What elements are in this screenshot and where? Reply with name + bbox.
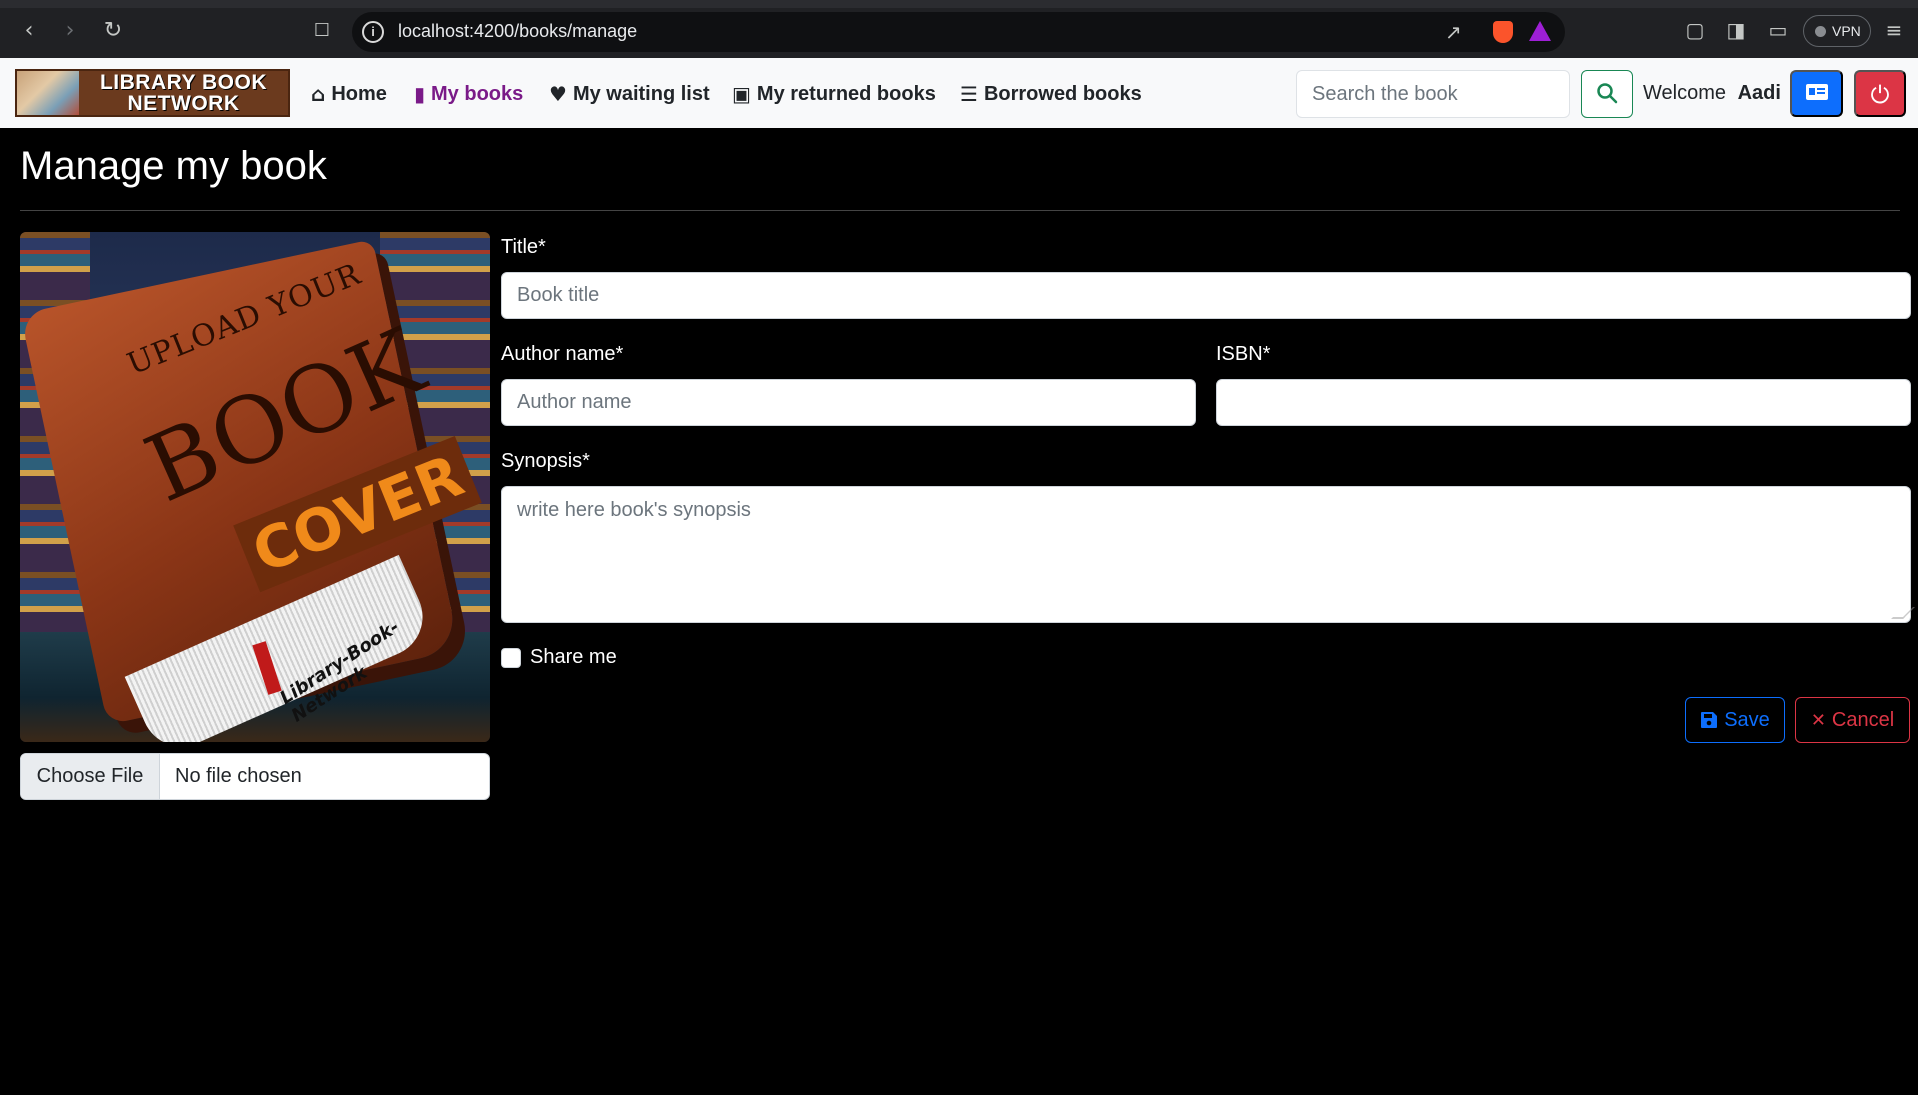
menu-icon[interactable]: ≡	[1882, 18, 1906, 42]
cover-file-input[interactable]: Choose File No file chosen	[20, 753, 490, 800]
share-icon[interactable]: ↗	[1445, 20, 1469, 44]
title-input[interactable]	[501, 272, 1911, 319]
isbn-label: ISBN*	[1216, 343, 1271, 365]
floppy-disk-icon	[1701, 712, 1718, 728]
nav-link-borrowed-books[interactable]: ☰ Borrowed books	[960, 82, 1142, 106]
author-input[interactable]	[501, 379, 1196, 426]
cancel-label: Cancel	[1831, 708, 1895, 731]
search-icon	[1597, 82, 1618, 103]
truck-icon: ▣	[732, 82, 751, 106]
nav-link-label: My waiting list	[572, 82, 710, 105]
save-label: Save	[1724, 708, 1770, 731]
nav-link-my-books[interactable]: ▮ My books	[414, 82, 523, 106]
site-info-icon[interactable]: i	[362, 21, 384, 43]
nav-link-returned-books[interactable]: ▣ My returned books	[732, 82, 936, 106]
vpn-label: VPN	[1832, 23, 1861, 39]
vpn-button[interactable]: VPN	[1803, 15, 1871, 47]
brave-shields-icon[interactable]	[1493, 21, 1513, 43]
synopsis-textarea[interactable]	[501, 486, 1911, 623]
logo-text: LIBRARY BOOK NETWORK	[79, 72, 288, 114]
book-cover-image: UPLOAD YOUR BOOK COVER Library-Book-Netw…	[20, 232, 490, 742]
back-icon[interactable]: ‹	[14, 16, 44, 46]
save-button[interactable]: Save	[1685, 697, 1785, 743]
nav-link-waiting-list[interactable]: ♥ My waiting list	[549, 82, 710, 106]
book-icon: ▮	[414, 82, 426, 106]
close-icon: ✕	[1810, 709, 1826, 731]
title-label: Title*	[501, 236, 546, 258]
file-status: No file chosen	[175, 765, 302, 787]
id-card-icon	[1805, 84, 1828, 100]
cancel-button[interactable]: ✕ Cancel	[1795, 697, 1910, 743]
username: Aadi	[1737, 82, 1781, 104]
address-bar[interactable]: i localhost:4200/books/manage ↗	[352, 12, 1565, 52]
logo-figures	[17, 71, 79, 115]
share-label[interactable]: Share me	[530, 646, 617, 669]
logout-button[interactable]: ⏻	[1854, 70, 1906, 117]
wallet-icon[interactable]: ▭	[1766, 18, 1790, 42]
tab-strip	[0, 0, 1918, 8]
nav-link-label: Home	[331, 82, 387, 105]
welcome-text: Welcome	[1643, 82, 1726, 104]
choose-file-button[interactable]: Choose File	[21, 754, 160, 799]
house-icon: ⌂	[311, 82, 326, 106]
author-label: Author name*	[501, 343, 624, 365]
search-button[interactable]	[1581, 70, 1633, 118]
heart-icon: ♥	[549, 82, 567, 106]
nav-link-home[interactable]: ⌂ Home	[311, 82, 387, 106]
page-title: Manage my book	[20, 144, 327, 188]
reload-icon[interactable]: ↻	[98, 16, 128, 46]
vpn-status-icon	[1815, 26, 1826, 37]
app-navbar: LIBRARY BOOK NETWORK ⌂ Home ▮ My books ♥…	[0, 58, 1918, 128]
forward-icon[interactable]: ›	[55, 16, 85, 46]
nav-link-label: Borrowed books	[983, 82, 1142, 105]
sidebar-icon[interactable]: ◨	[1724, 18, 1748, 42]
extensions-icon[interactable]: ▢	[1683, 18, 1707, 42]
profile-button[interactable]	[1790, 70, 1843, 117]
welcome-message: Welcome Aadi	[1643, 82, 1781, 105]
search-input[interactable]	[1296, 70, 1570, 118]
power-icon: ⏻	[1870, 81, 1890, 109]
bookmark-icon[interactable]: ☐	[307, 16, 337, 46]
isbn-input[interactable]	[1216, 379, 1911, 426]
list-check-icon: ☰	[960, 82, 978, 106]
synopsis-label: Synopsis*	[501, 450, 590, 472]
nav-link-label: My returned books	[756, 82, 936, 105]
logo-text-line1: LIBRARY BOOK	[99, 71, 267, 94]
site-logo[interactable]: LIBRARY BOOK NETWORK	[15, 69, 290, 117]
title-divider	[20, 210, 1900, 211]
brave-rewards-icon[interactable]	[1529, 21, 1551, 41]
nav-link-label: My books	[431, 82, 524, 105]
logo-text-line2: NETWORK	[127, 92, 240, 115]
browser-toolbar: ‹ › ↻ ☐ i localhost:4200/books/manage ↗ …	[0, 0, 1918, 58]
share-checkbox[interactable]	[501, 648, 521, 668]
url-text: localhost:4200/books/manage	[398, 21, 638, 41]
